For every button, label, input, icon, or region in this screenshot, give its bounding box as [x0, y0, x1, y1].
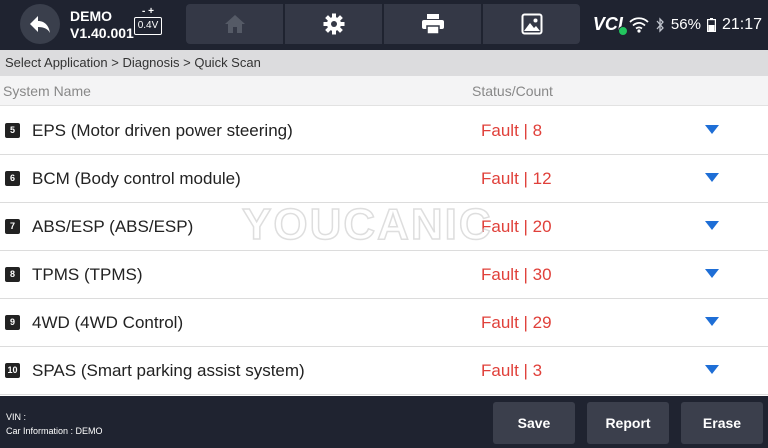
erase-button[interactable]: Erase — [681, 402, 763, 444]
home-icon — [224, 15, 245, 33]
report-button[interactable]: Report — [587, 402, 669, 444]
image-icon — [521, 13, 542, 35]
system-name: TPMS (TPMS) — [32, 265, 143, 284]
gear-icon — [323, 13, 344, 35]
fault-status: Fault | 20 — [481, 217, 552, 236]
vehicle-info: DEMO V1.40.001 — [70, 8, 134, 42]
system-name: BCM (Body control module) — [32, 169, 241, 188]
bluetooth-icon — [656, 16, 664, 33]
system-row-abs-esp[interactable]: 7 ABS/ESP (ABS/ESP) Fault | 20 — [0, 203, 768, 251]
system-row-eps[interactable]: 5 EPS (Motor driven power steering) Faul… — [0, 107, 768, 155]
expand-caret-icon[interactable] — [705, 221, 719, 230]
system-row-bcm[interactable]: 6 BCM (Body control module) Fault | 12 — [0, 155, 768, 203]
fault-status: Fault | 12 — [481, 169, 552, 188]
fault-status: Fault | 29 — [481, 313, 552, 332]
expand-caret-icon[interactable] — [705, 125, 719, 134]
system-list: 5 EPS (Motor driven power steering) Faul… — [0, 107, 768, 395]
vci-connection-icon: VCI — [593, 14, 628, 36]
battery-terminals-icon: - + — [142, 6, 154, 17]
fault-status: Fault | 30 — [481, 265, 552, 284]
row-index-badge: 10 — [5, 363, 20, 378]
table-header: System Name Status/Count — [0, 76, 768, 106]
battery-percent: 56% — [670, 16, 701, 33]
system-row-tpms[interactable]: 8 TPMS (TPMS) Fault | 30 — [0, 251, 768, 299]
save-button[interactable]: Save — [493, 402, 575, 444]
row-index-badge: 8 — [5, 267, 20, 282]
row-index-badge: 7 — [5, 219, 20, 234]
home-button[interactable] — [186, 4, 283, 44]
car-information: Car Information : DEMO — [6, 426, 103, 436]
bottom-bar: VIN : Car Information : DEMO Save Report… — [0, 396, 768, 448]
expand-caret-icon[interactable] — [705, 269, 719, 278]
vehicle-name: DEMO — [70, 8, 112, 24]
back-button[interactable] — [20, 4, 60, 44]
system-name: SPAS (Smart parking assist system) — [32, 361, 305, 380]
printer-icon — [421, 14, 444, 35]
clock-time: 21:17 — [721, 15, 762, 33]
fault-status: Fault | 8 — [481, 121, 543, 140]
screenshot-button[interactable] — [483, 4, 580, 44]
settings-button[interactable] — [285, 4, 382, 44]
back-arrow-icon — [30, 16, 50, 33]
top-bar: DEMO V1.40.001 - + 0.4V VCI 56% 21:17 — [0, 0, 768, 50]
column-header-status-count: Status/Count — [472, 83, 553, 99]
column-header-system-name: System Name — [3, 83, 91, 99]
print-button[interactable] — [384, 4, 481, 44]
toolbar — [186, 4, 580, 44]
system-row-spas[interactable]: 10 SPAS (Smart parking assist system) Fa… — [0, 347, 768, 395]
battery-voltage-value: 0.4V — [134, 17, 162, 35]
system-name: EPS (Motor driven power steering) — [32, 121, 293, 140]
row-index-badge: 9 — [5, 315, 20, 330]
system-name: 4WD (4WD Control) — [32, 313, 184, 332]
fault-status: Fault | 3 — [481, 361, 543, 380]
system-name: ABS/ESP (ABS/ESP) — [32, 217, 194, 236]
software-version: V1.40.001 — [70, 25, 134, 41]
expand-caret-icon[interactable] — [705, 317, 719, 326]
row-index-badge: 5 — [5, 123, 20, 138]
status-area: VCI 56% 21:17 — [593, 14, 762, 36]
battery-voltage-indicator: - + 0.4V — [133, 6, 163, 36]
expand-caret-icon[interactable] — [705, 365, 719, 374]
expand-caret-icon[interactable] — [705, 173, 719, 182]
vehicle-details: VIN : Car Information : DEMO — [6, 410, 103, 438]
wifi-icon — [629, 16, 649, 33]
breadcrumb: Select Application > Diagnosis > Quick S… — [0, 50, 768, 76]
system-row-4wd[interactable]: 9 4WD (4WD Control) Fault | 29 — [0, 299, 768, 347]
vin-label: VIN : — [6, 412, 27, 422]
row-index-badge: 6 — [5, 171, 20, 186]
battery-icon — [706, 17, 716, 32]
